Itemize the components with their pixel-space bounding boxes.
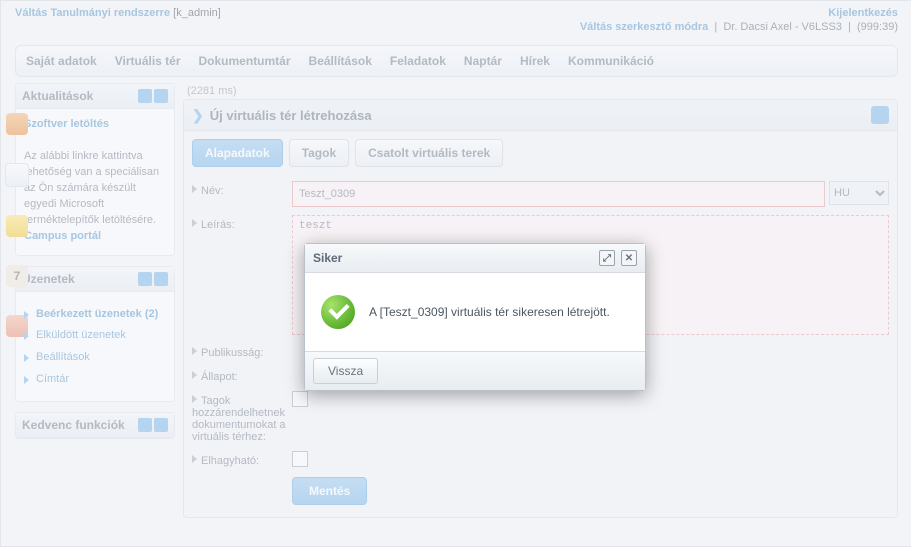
section-action-icon[interactable] — [871, 106, 889, 124]
label-name: Név: — [192, 181, 292, 197]
section-title: Új virtuális tér létrehozása — [210, 108, 372, 123]
members-checkbox[interactable] — [292, 391, 308, 407]
save-button[interactable]: Mentés — [292, 477, 367, 505]
menu-naptar[interactable]: Naptár — [464, 54, 502, 68]
menu-sajat-adatok[interactable]: Saját adatok — [26, 54, 97, 68]
menu-feladatok[interactable]: Feladatok — [390, 54, 446, 68]
favorites-panel-title: Kedvenc funkciók — [22, 418, 125, 432]
close-icon[interactable] — [154, 272, 168, 286]
main-menu: Saját adatok Virtuális tér Dokumentumtár… — [15, 45, 898, 77]
logout-link[interactable]: Kijelentkezés — [828, 7, 898, 19]
menu-virtualis-ter[interactable]: Virtuális tér — [115, 54, 181, 68]
news-body-text: Az alábbi linkre kattintva lehetőség van… — [24, 150, 159, 226]
label-leavable: Elhagyható: — [192, 451, 292, 467]
tab-tagok[interactable]: Tagok — [289, 139, 349, 167]
sent-link[interactable]: Elküldött üzenetek — [24, 325, 166, 347]
refresh-icon[interactable] — [138, 89, 152, 103]
timing-label: (2281 ms) — [183, 83, 898, 99]
news-panel: Aktualitások Szoftver letöltés Az alábbi… — [15, 83, 175, 256]
refresh-icon[interactable] — [138, 272, 152, 286]
calendar-icon[interactable]: 7 — [6, 265, 28, 287]
chevron-right-icon: ❯ — [192, 107, 204, 123]
label-desc: Leírás: — [192, 215, 292, 231]
addressbook-link[interactable]: Címtár — [24, 369, 166, 391]
inbox-link[interactable]: Beérkezett üzenetek (2) — [24, 304, 166, 326]
news-panel-title: Aktualitások — [22, 89, 93, 103]
switch-system-link[interactable]: Váltás Tanulmányi rendszerre — [15, 7, 170, 19]
user-name: Dr. Dacsi Axel - V6LSS3 — [723, 21, 842, 33]
refresh-icon[interactable] — [138, 418, 152, 432]
mail-icon[interactable] — [5, 163, 29, 187]
back-button[interactable]: Vissza — [313, 358, 378, 384]
dialog-title: Siker — [313, 251, 342, 265]
messages-panel-title: Üzenetek — [22, 272, 75, 286]
close-icon[interactable]: ✕ — [621, 250, 637, 266]
star-icon[interactable] — [6, 215, 28, 237]
label-members: Tagok hozzárendelhetnek dokumentumokat a… — [192, 391, 292, 443]
label-state: Állapot: — [192, 367, 292, 383]
close-icon[interactable] — [154, 89, 168, 103]
language-select[interactable]: HU — [829, 181, 889, 205]
menu-beallitasok[interactable]: Beállítások — [309, 54, 372, 68]
msg-settings-link[interactable]: Beállítások — [24, 347, 166, 369]
campus-portal-link[interactable]: Campus portál — [24, 230, 101, 242]
name-input[interactable] — [292, 181, 825, 207]
tab-alapadatok[interactable]: Alapadatok — [192, 139, 283, 167]
close-icon[interactable] — [154, 418, 168, 432]
leavable-checkbox[interactable] — [292, 451, 308, 467]
favorites-panel: Kedvenc funkciók — [15, 412, 175, 439]
session-timer: (999:39) — [857, 21, 898, 33]
account-tag: [k_admin] — [173, 7, 221, 19]
software-download-link[interactable]: Szoftver letöltés — [24, 118, 109, 130]
dialog-message: A [Teszt_0309] virtuális tér sikeresen l… — [369, 305, 610, 319]
tab-csatolt[interactable]: Csatolt virtuális terek — [355, 139, 503, 167]
menu-dokumentumtar[interactable]: Dokumentumtár — [199, 54, 291, 68]
maximize-icon[interactable]: ⤢ — [599, 250, 615, 266]
news-icon[interactable] — [6, 113, 28, 135]
success-dialog: Siker ⤢ ✕ A [Teszt_0309] virtuális tér s… — [304, 243, 646, 391]
messages-panel: Üzenetek Beérkezett üzenetek (2) Elküldö… — [15, 266, 175, 403]
label-public: Publikusság: — [192, 343, 292, 359]
switch-edit-link[interactable]: Váltás szerkesztő módra — [580, 21, 708, 33]
menu-kommunikacio[interactable]: Kommunikáció — [568, 54, 654, 68]
success-check-icon — [321, 295, 355, 329]
menu-hirek[interactable]: Hírek — [520, 54, 550, 68]
